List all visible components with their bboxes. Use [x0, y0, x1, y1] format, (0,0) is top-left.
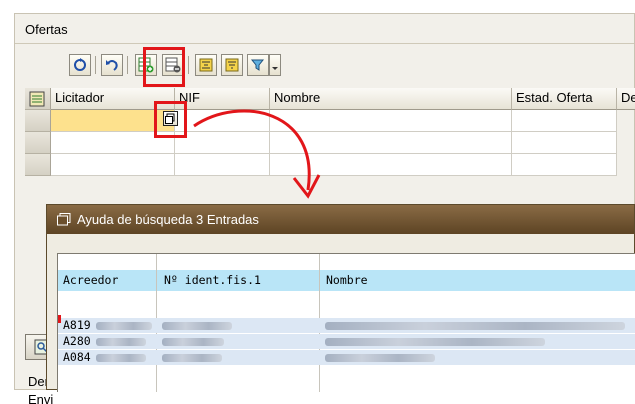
acreedor-value: A819 — [63, 318, 91, 332]
redacted-text — [162, 338, 224, 346]
redacted-text — [325, 354, 435, 362]
list-header-nif[interactable]: Nº ident.fis.1 — [159, 270, 319, 291]
redacted-text — [96, 354, 146, 362]
redacted-text — [96, 322, 152, 330]
search-results-list: Acreedor Nº ident.fis.1 Nombre A819 A280… — [57, 253, 635, 392]
envio-label: Envi — [28, 392, 54, 404]
list-item[interactable]: A819 — [58, 318, 635, 333]
acreedor-value: A084 — [63, 350, 91, 364]
redacted-text — [96, 338, 146, 346]
list-item[interactable]: A084 — [58, 350, 635, 365]
dialog-title: Ayuda de búsqueda 3 Entradas — [77, 212, 259, 227]
list-header-acreedor[interactable]: Acreedor — [58, 270, 156, 291]
dialog-title-bar[interactable]: Ayuda de búsqueda 3 Entradas — [47, 205, 634, 234]
acreedor-value: A280 — [63, 334, 91, 348]
redacted-text — [325, 338, 545, 346]
search-help-dialog: Ayuda de búsqueda 3 Entradas Acreedor Nº… — [46, 204, 635, 392]
window-icon — [57, 213, 71, 226]
redacted-text — [162, 354, 222, 362]
redacted-text — [325, 322, 625, 330]
list-item[interactable]: A280 — [58, 334, 635, 349]
list-header-nombre[interactable]: Nombre — [321, 270, 635, 291]
cursor-marker — [58, 315, 61, 323]
redacted-text — [162, 322, 232, 330]
list-header: Acreedor Nº ident.fis.1 Nombre — [58, 270, 635, 291]
